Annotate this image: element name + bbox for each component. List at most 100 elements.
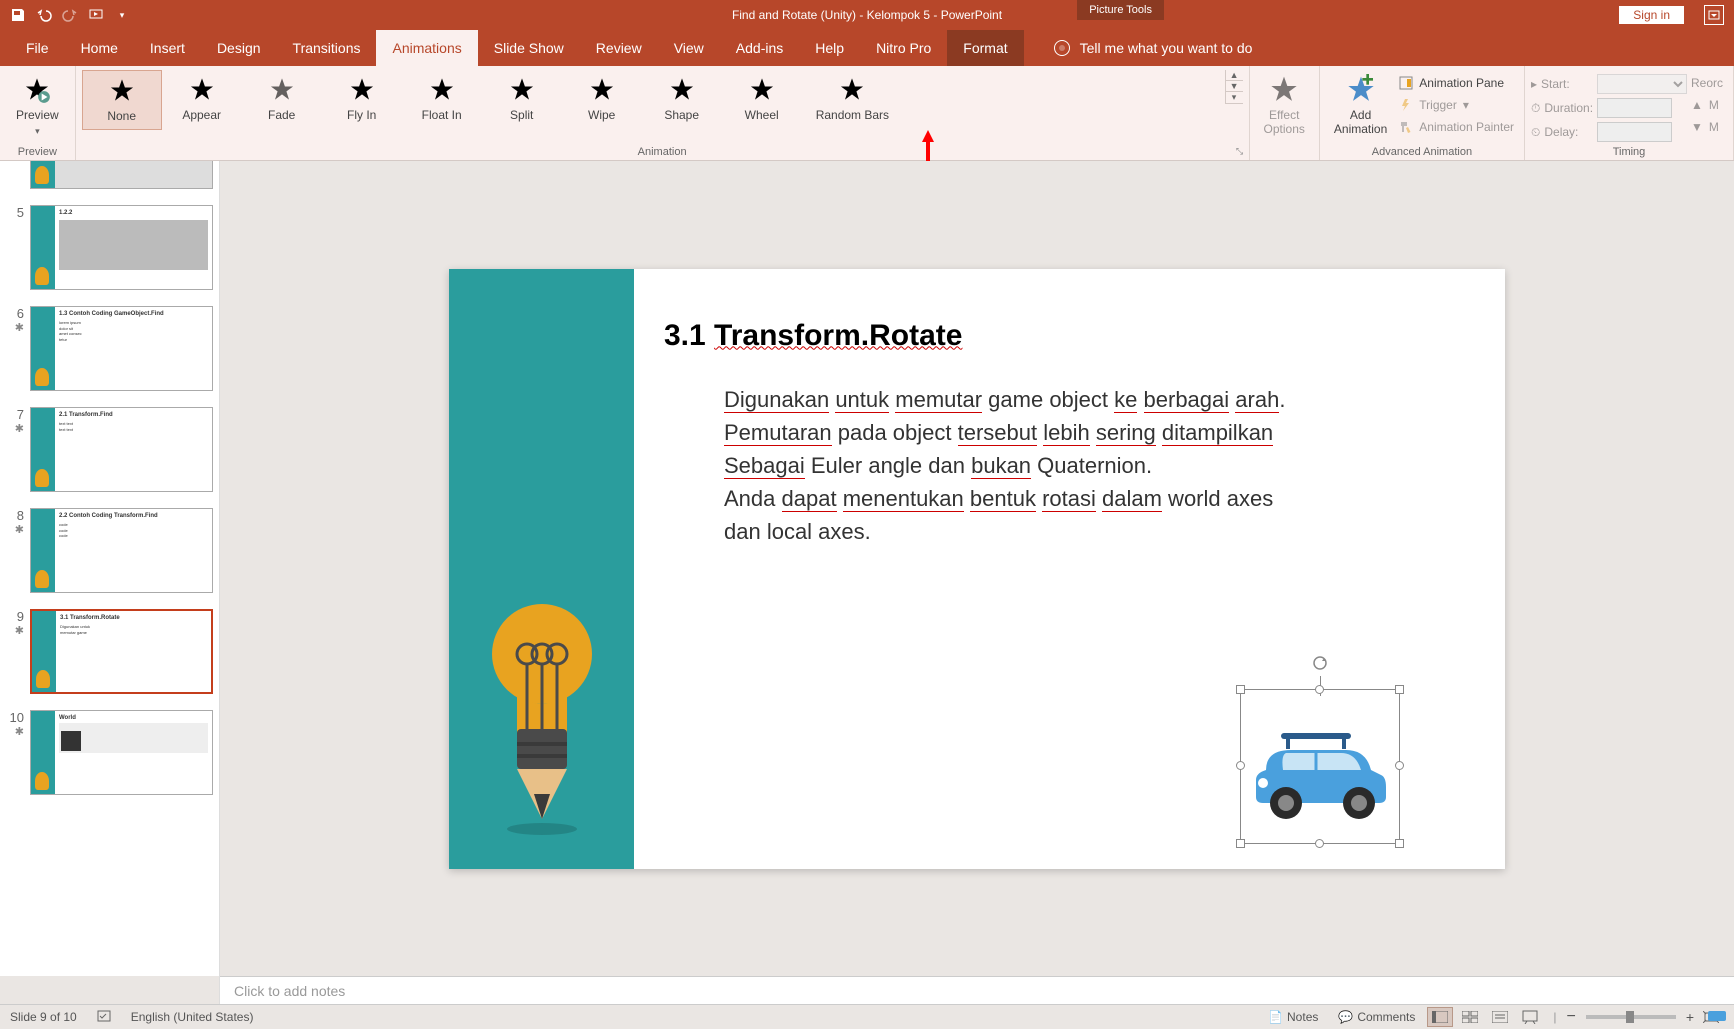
- star-icon: [348, 76, 376, 104]
- animation-pane-button[interactable]: Animation Pane: [1395, 74, 1518, 92]
- preview-button[interactable]: Preview ▾: [6, 70, 69, 143]
- notes-icon: 📄: [1268, 1010, 1283, 1024]
- star-icon: [748, 76, 776, 104]
- start-label: ▸ Start:: [1531, 77, 1591, 91]
- anim-none[interactable]: None: [82, 70, 162, 130]
- rotate-handle-icon[interactable]: [1312, 655, 1328, 671]
- tab-insert[interactable]: Insert: [134, 30, 201, 66]
- tab-help[interactable]: Help: [799, 30, 860, 66]
- comments-button[interactable]: 💬Comments: [1330, 1008, 1423, 1026]
- tab-file[interactable]: File: [10, 30, 65, 66]
- resize-handle[interactable]: [1236, 685, 1245, 694]
- quick-access-toolbar: ▾: [0, 7, 130, 23]
- zoom-out-button[interactable]: −: [1566, 1008, 1575, 1026]
- tab-review[interactable]: Review: [580, 30, 658, 66]
- start-from-beginning-icon[interactable]: [88, 7, 104, 23]
- slide-thumb[interactable]: 7✱ 2.1 Transform.Findtext texttext text: [0, 403, 219, 504]
- anim-appear[interactable]: Appear: [162, 70, 242, 130]
- duration-input[interactable]: [1597, 98, 1672, 118]
- save-icon[interactable]: [10, 7, 26, 23]
- notes-button[interactable]: 📄Notes: [1260, 1008, 1326, 1026]
- slide-counter[interactable]: Slide 9 of 10: [10, 1010, 77, 1024]
- ribbon-display-options-icon[interactable]: [1704, 5, 1724, 25]
- preview-label: Preview: [16, 108, 59, 122]
- anim-flyin[interactable]: Fly In: [322, 70, 402, 130]
- slide-title[interactable]: 3.1 Transform.Rotate: [664, 319, 1455, 353]
- resize-handle[interactable]: [1395, 685, 1404, 694]
- reading-view-icon[interactable]: [1487, 1007, 1513, 1027]
- anim-wheel[interactable]: Wheel: [722, 70, 802, 130]
- slideshow-view-icon[interactable]: [1517, 1007, 1543, 1027]
- lightbulb-icon: [1054, 40, 1070, 56]
- qat-more-icon[interactable]: ▾: [114, 7, 130, 23]
- trigger-button: Trigger ▾: [1395, 96, 1518, 114]
- slide-canvas: 3.1 Transform.Rotate Digunakan untuk mem…: [449, 269, 1505, 869]
- painter-icon: [1399, 120, 1413, 134]
- star-plus-icon: [1345, 74, 1377, 106]
- anim-split[interactable]: Split: [482, 70, 562, 130]
- anim-fade[interactable]: Fade: [242, 70, 322, 130]
- normal-view-icon[interactable]: [1427, 1007, 1453, 1027]
- zoom-slider[interactable]: [1586, 1015, 1676, 1019]
- delay-input[interactable]: [1597, 122, 1672, 142]
- signin-button[interactable]: Sign in: [1619, 6, 1684, 24]
- slide-thumb[interactable]: 9✱ 3.1 Transform.RotateDigunakan untukme…: [0, 605, 219, 706]
- animation-dialog-launcher-icon[interactable]: ⤡: [1233, 144, 1247, 158]
- slide-editor[interactable]: 3.1 Transform.Rotate Digunakan untuk mem…: [220, 161, 1734, 976]
- lightbulb-pencil-icon: [487, 594, 597, 849]
- redo-icon[interactable]: [62, 7, 78, 23]
- advanced-animation-group-label: Advanced Animation: [1326, 144, 1518, 160]
- resize-handle[interactable]: [1236, 839, 1245, 848]
- tab-nitropro[interactable]: Nitro Pro: [860, 30, 947, 66]
- tab-design[interactable]: Design: [201, 30, 277, 66]
- trigger-icon: [1399, 98, 1413, 112]
- anim-wipe[interactable]: Wipe: [562, 70, 642, 130]
- animation-indicator-icon: ✱: [6, 422, 24, 435]
- animation-indicator-icon: ✱: [6, 321, 24, 334]
- tab-transitions[interactable]: Transitions: [277, 30, 377, 66]
- animation-gallery: None Appear Fade Fly In Float In Split W…: [82, 70, 1225, 130]
- slide-body[interactable]: Digunakan untuk memutar game object ke b…: [724, 383, 1455, 548]
- anim-shape[interactable]: Shape: [642, 70, 722, 130]
- tab-format[interactable]: Format: [947, 30, 1023, 66]
- tab-view[interactable]: View: [658, 30, 720, 66]
- slide-thumbnail-panel[interactable]: 5 1.2.2 6✱ 1.3 Contoh Coding GameObject.…: [0, 161, 220, 976]
- notes-gutter: [0, 976, 220, 1004]
- star-icon: [108, 77, 136, 105]
- tab-slideshow[interactable]: Slide Show: [478, 30, 580, 66]
- resize-handle[interactable]: [1236, 761, 1245, 770]
- start-dropdown[interactable]: [1597, 74, 1687, 94]
- selected-car-image[interactable]: [1240, 689, 1400, 844]
- gallery-down-icon[interactable]: ▼: [1226, 81, 1243, 92]
- ribbon-tabs: File Home Insert Design Transitions Anim…: [0, 30, 1734, 66]
- star-icon: [268, 76, 296, 104]
- resize-handle[interactable]: [1315, 685, 1324, 694]
- slide-thumb[interactable]: 8✱ 2.2 Contoh Coding Transform.Findcodec…: [0, 504, 219, 605]
- star-icon: [1268, 74, 1300, 106]
- add-animation-button[interactable]: Add Animation: [1326, 70, 1395, 141]
- slide-sorter-view-icon[interactable]: [1457, 1007, 1483, 1027]
- gallery-up-icon[interactable]: ▲: [1226, 70, 1243, 81]
- tab-addins[interactable]: Add-ins: [720, 30, 799, 66]
- gallery-more-icon[interactable]: ▾: [1226, 92, 1243, 104]
- slide-thumb[interactable]: 10✱ World: [0, 706, 219, 807]
- notes-placeholder: Click to add notes: [234, 983, 345, 999]
- slide-thumb[interactable]: [0, 161, 219, 201]
- notes-area[interactable]: Click to add notes: [220, 976, 1734, 1004]
- tell-me[interactable]: Tell me what you want to do: [1054, 30, 1253, 66]
- spellcheck-icon[interactable]: [97, 1009, 111, 1026]
- star-icon: [23, 76, 51, 104]
- tab-home[interactable]: Home: [65, 30, 134, 66]
- resize-handle[interactable]: [1395, 839, 1404, 848]
- resize-handle[interactable]: [1395, 761, 1404, 770]
- anim-floatin[interactable]: Float In: [402, 70, 482, 130]
- resize-handle[interactable]: [1315, 839, 1324, 848]
- anim-randombars[interactable]: Random Bars: [802, 70, 903, 130]
- slide-thumb[interactable]: 6✱ 1.3 Contoh Coding GameObject.Findlore…: [0, 302, 219, 403]
- slide-thumb[interactable]: 5 1.2.2: [0, 201, 219, 302]
- undo-icon[interactable]: [36, 7, 52, 23]
- tab-animations[interactable]: Animations: [376, 30, 477, 66]
- language-status[interactable]: English (United States): [131, 1010, 254, 1024]
- zoom-in-button[interactable]: +: [1686, 1009, 1694, 1025]
- zoom-slider-thumb[interactable]: [1626, 1011, 1634, 1023]
